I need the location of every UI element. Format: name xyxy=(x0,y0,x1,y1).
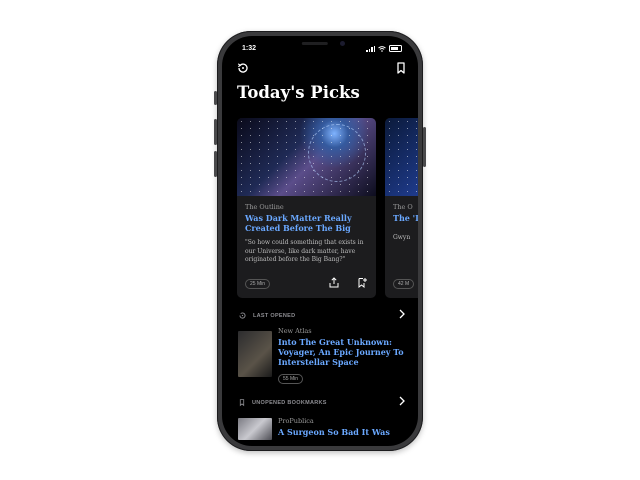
bookmark-icon xyxy=(239,399,245,407)
volume-up-button xyxy=(214,119,217,145)
app-screen: 1:32 Today's Picks The Outline Was Dark … xyxy=(222,36,418,446)
history-icon xyxy=(239,312,246,319)
chevron-right-icon[interactable] xyxy=(398,396,406,406)
section-label: LAST OPENED xyxy=(253,312,296,319)
chevron-right-icon[interactable] xyxy=(398,309,406,319)
volume-down-button xyxy=(214,151,217,177)
add-bookmark-icon[interactable] xyxy=(357,277,367,288)
article-source: ProPublica xyxy=(278,417,314,425)
article-image xyxy=(237,118,376,196)
read-time-badge: 55 Min xyxy=(278,374,304,384)
wifi-icon xyxy=(378,45,386,52)
article-title[interactable]: Into The Great Unknown: Voyager, An Epic… xyxy=(278,337,410,367)
article-image xyxy=(385,118,418,196)
article-title[interactable]: The 'Livi xyxy=(393,213,418,223)
battery-icon xyxy=(389,45,402,52)
share-icon[interactable] xyxy=(329,277,339,288)
article-thumbnail[interactable] xyxy=(238,418,272,440)
cellular-signal-icon xyxy=(366,45,375,52)
article-source: The Outline xyxy=(245,203,284,211)
read-time-badge: 42 M xyxy=(393,279,415,289)
last-opened-header[interactable]: LAST OPENED xyxy=(238,311,295,320)
history-icon[interactable] xyxy=(236,61,250,75)
mute-switch xyxy=(214,91,217,105)
status-time: 1:32 xyxy=(242,45,257,52)
article-thumbnail[interactable] xyxy=(238,331,272,377)
bookmarks-icon[interactable] xyxy=(394,61,408,75)
article-title[interactable]: A Surgeon So Bad It Was xyxy=(278,427,410,437)
power-button xyxy=(423,127,426,167)
article-excerpt: "So how could something that exists in o… xyxy=(245,239,364,263)
article-card[interactable]: The Outline Was Dark Matter Really Creat… xyxy=(237,118,376,298)
read-time-badge: 25 Min xyxy=(245,279,271,289)
status-icons xyxy=(366,45,402,52)
speaker xyxy=(301,42,328,45)
article-source: The O xyxy=(393,203,413,211)
front-camera xyxy=(340,41,345,46)
article-source: New Atlas xyxy=(278,327,312,335)
phone-frame: 1:32 Today's Picks The Outline Was Dark … xyxy=(214,31,426,451)
article-excerpt: Gwyn xyxy=(393,234,411,241)
article-card[interactable]: The O The 'Livi Gwyn 42 M xyxy=(385,118,418,298)
unopened-bookmarks-header[interactable]: UNOPENED BOOKMARKS xyxy=(238,398,327,407)
page-title: Today's Picks xyxy=(237,83,360,102)
article-title[interactable]: Was Dark Matter Really Created Before Th… xyxy=(245,213,370,233)
section-label: UNOPENED BOOKMARKS xyxy=(252,399,327,406)
